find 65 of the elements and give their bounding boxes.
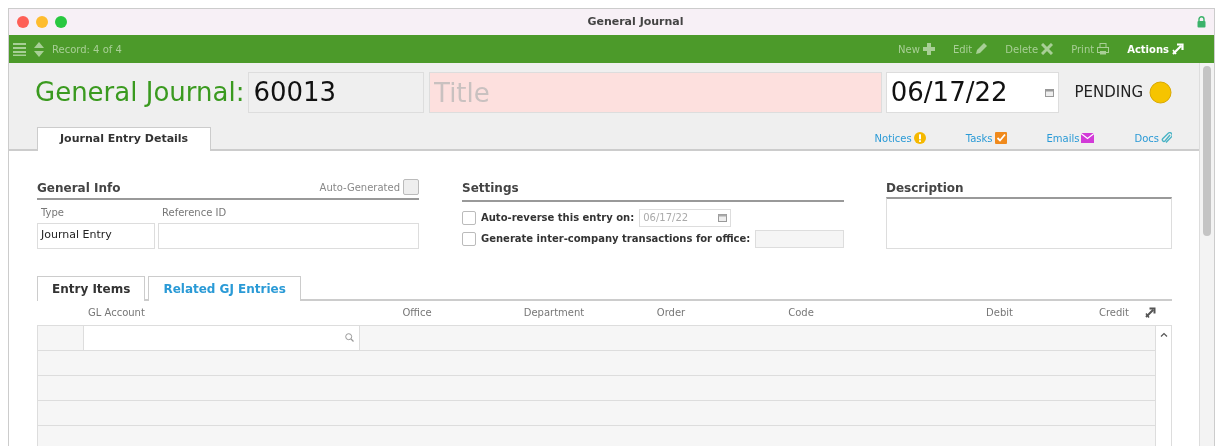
link[interactable]: Tasks: [965, 130, 1007, 146]
input-field[interactable]: Journal Entry: [37, 222, 155, 249]
field-label: Reference ID: [161, 205, 228, 220]
status-dot: [1149, 81, 1172, 104]
column-header: Order: [656, 306, 686, 320]
date-field[interactable]: 06/17/22: [639, 208, 732, 227]
window-title: General Journal: [586, 13, 685, 30]
record-counter: Record: 4 of 4: [52, 42, 122, 57]
field-label: Type: [40, 205, 65, 220]
up-down-arrows-icon[interactable]: [34, 41, 44, 57]
calendar-icon[interactable]: [1045, 88, 1055, 97]
link[interactable]: Notices: [874, 130, 926, 146]
table-row[interactable]: [38, 425, 1155, 446]
plus-icon: [922, 43, 935, 55]
actions-button[interactable]: Actions: [1127, 41, 1184, 57]
pencil-icon: [975, 43, 988, 55]
x-icon: [1041, 43, 1054, 55]
exclamation-icon: [913, 132, 926, 144]
link[interactable]: Emails: [1046, 130, 1095, 146]
link[interactable]: Docs: [1134, 130, 1172, 146]
input-field[interactable]: [158, 222, 419, 249]
checkbox[interactable]: [462, 231, 476, 246]
section-heading: Description: [886, 179, 965, 197]
table-row[interactable]: [38, 400, 1155, 426]
checkbox-label: Generate inter-company transactions for office:: [481, 232, 751, 246]
column-header: Department: [523, 306, 585, 320]
paperclip-icon: [1161, 132, 1172, 144]
checkbox-label: Auto-Generated: [319, 181, 400, 195]
scrollbar[interactable]: [1199, 63, 1214, 446]
section-heading: Settings: [462, 178, 844, 202]
scrollbar[interactable]: [1155, 325, 1171, 446]
window-control-button[interactable]: [36, 16, 48, 28]
table-row[interactable]: [38, 375, 1155, 401]
description-field[interactable]: [886, 196, 1172, 249]
column-header: Debit: [986, 306, 1013, 320]
calendar-icon: [718, 213, 728, 222]
input-field[interactable]: [755, 229, 844, 248]
window-control-button[interactable]: [17, 16, 29, 28]
lock-icon: [1197, 16, 1206, 28]
expand-arrow-icon[interactable]: [1145, 307, 1156, 318]
checkbox-label: Auto-reverse this entry on:: [481, 211, 635, 225]
input-field[interactable]: [84, 325, 360, 350]
column-header: Code: [788, 306, 814, 320]
expand-arrow-icon: [1172, 43, 1184, 55]
search-icon: [345, 333, 354, 342]
section-heading: General Info: [37, 179, 121, 197]
printer-icon: [1097, 43, 1110, 55]
checkbox[interactable]: [462, 210, 476, 225]
form-title: General Journal:: [35, 76, 245, 109]
status-label: PENDING: [1074, 82, 1143, 104]
tab[interactable]: Entry Items: [37, 275, 146, 301]
checkbox[interactable]: [403, 179, 419, 195]
window-control-button[interactable]: [55, 16, 67, 28]
table-row[interactable]: [38, 350, 1155, 376]
tab[interactable]: Journal Entry Details: [37, 127, 212, 151]
chevron-up-icon[interactable]: [1159, 331, 1168, 337]
column-header: Credit: [1098, 306, 1129, 320]
column-header: Office: [402, 306, 432, 320]
checkbox-icon: [994, 132, 1007, 144]
number-field[interactable]: 60013: [248, 72, 425, 113]
date-field[interactable]: 06/17/22: [885, 72, 1060, 113]
menu-icon[interactable]: [13, 42, 26, 56]
column-header: GL Account: [87, 306, 145, 320]
envelope-icon: [1081, 133, 1095, 143]
tab[interactable]: Related GJ Entries: [148, 275, 301, 301]
